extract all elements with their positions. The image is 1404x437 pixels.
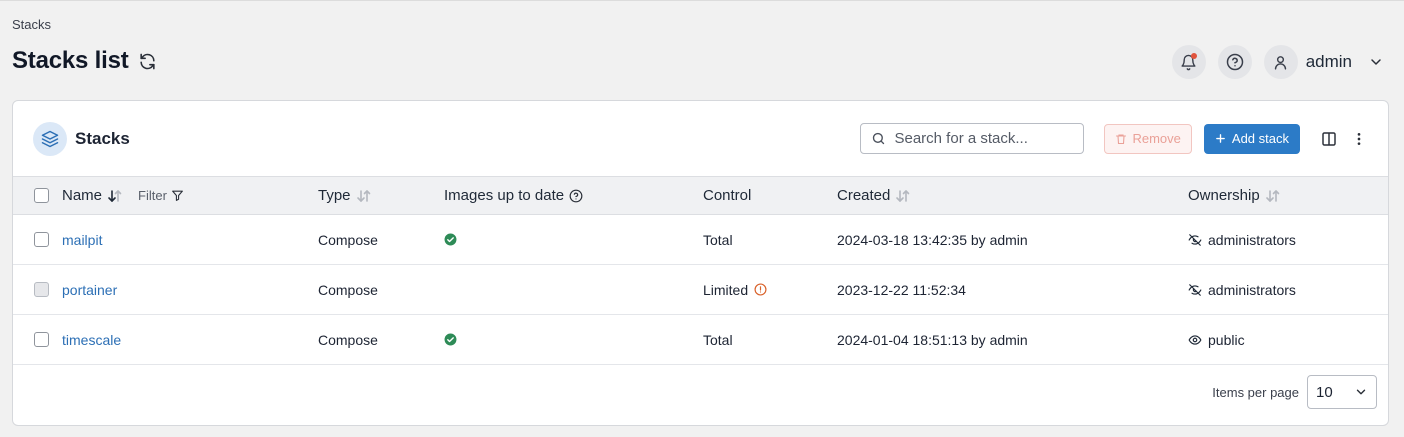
remove-button-label: Remove (1132, 131, 1181, 146)
stack-control: Total (703, 331, 733, 348)
sort-icon[interactable] (895, 189, 911, 203)
stack-ownership-cell: public (1188, 315, 1245, 364)
stack-control: Limited (703, 281, 749, 298)
stack-created: 2023-12-22 11:52:34 (837, 281, 966, 298)
column-control-label: Control (703, 187, 752, 204)
items-per-page-value: 10 (1316, 383, 1333, 401)
user-icon (1272, 54, 1289, 71)
stack-type: Compose (318, 281, 378, 298)
column-images-label: Images up to date (444, 187, 565, 204)
stack-icon (33, 121, 67, 156)
sort-icon[interactable] (1265, 189, 1281, 203)
chevron-down-icon (1354, 385, 1368, 399)
card-title: Stacks (75, 128, 130, 148)
stack-name-link[interactable]: mailpit (62, 232, 102, 248)
stack-type: Compose (318, 231, 378, 248)
filter-icon (171, 189, 184, 202)
table-header: Name Filter Type Images up to date Contr… (13, 176, 1388, 215)
column-type[interactable]: Type (318, 177, 372, 214)
row-checkbox[interactable] (34, 332, 49, 347)
column-type-label: Type (318, 187, 351, 204)
header-actions: admin (1171, 45, 1384, 79)
chevron-down-icon (1368, 54, 1384, 70)
items-per-page-label: Items per page (1212, 384, 1299, 400)
page-header: Stacks list (12, 47, 159, 75)
stack-name-cell: timescale (62, 315, 121, 364)
select-all-cell (34, 177, 49, 214)
refresh-icon[interactable] (137, 50, 159, 72)
card-header: Stacks Remove Add stack (13, 101, 1388, 176)
notification-dot (1190, 53, 1197, 59)
search-icon (871, 131, 886, 146)
help-button[interactable] (1217, 45, 1252, 79)
filter-label: Filter (138, 188, 167, 203)
table-footer: Items per page 10 (1212, 375, 1377, 409)
stack-name-cell: portainer (62, 265, 117, 314)
row-checkbox (34, 282, 49, 297)
row-select-cell (34, 215, 49, 264)
user-name: admin (1305, 52, 1352, 71)
column-images: Images up to date (444, 177, 583, 214)
table-row: portainer Compose Limited 2023-12-22 11:… (13, 265, 1388, 315)
trash-icon (1115, 133, 1127, 145)
stack-name-link[interactable]: timescale (62, 332, 121, 348)
column-control: Control (703, 177, 751, 214)
stack-created: 2024-01-04 18:51:13 by admin (837, 331, 1028, 348)
column-ownership-label: Ownership (1188, 187, 1260, 204)
notifications-button[interactable] (1171, 45, 1206, 79)
add-stack-button[interactable]: Add stack (1203, 123, 1300, 154)
plus-icon (1215, 133, 1226, 144)
column-created[interactable]: Created (837, 177, 911, 214)
search-input[interactable] (894, 130, 1065, 147)
row-checkbox[interactable] (34, 232, 49, 247)
add-stack-label: Add stack (1231, 131, 1289, 146)
alert-circle-icon[interactable] (754, 283, 767, 296)
stack-control-cell: Limited (703, 265, 767, 314)
stack-ownership-cell: administrators (1188, 265, 1296, 314)
stack-ownership: administrators (1208, 281, 1296, 298)
columns-icon[interactable] (1320, 128, 1338, 150)
images-status-cell (444, 215, 457, 264)
stack-created: 2024-03-18 13:42:35 by admin (837, 231, 1028, 248)
column-name-label: Name (62, 187, 103, 204)
column-created-label: Created (837, 187, 891, 204)
filter-button[interactable]: Filter (138, 188, 184, 203)
table-row: timescale Compose Total 2024-01-04 18:51… (13, 315, 1388, 365)
stack-name-cell: mailpit (62, 215, 102, 264)
user-menu[interactable]: admin (1263, 45, 1384, 79)
more-vertical-icon[interactable] (1350, 128, 1368, 150)
eye-off-icon (1188, 283, 1202, 297)
stack-name-link[interactable]: portainer (62, 282, 117, 298)
row-select-cell (34, 265, 49, 314)
eye-icon (1188, 333, 1202, 347)
stacks-card: Stacks Remove Add stack (12, 100, 1389, 426)
eye-off-icon (1188, 233, 1202, 247)
sort-icon[interactable] (356, 189, 372, 203)
help-icon (1226, 53, 1244, 71)
page-title: Stacks list (12, 47, 129, 74)
avatar (1263, 45, 1298, 79)
column-name[interactable]: Name Filter (62, 177, 184, 214)
select-all-checkbox[interactable] (34, 188, 49, 203)
sort-desc-icon[interactable] (107, 189, 123, 203)
images-status-cell (444, 315, 457, 364)
stacks-table: Name Filter Type Images up to date Contr… (13, 176, 1388, 365)
stack-ownership: public (1208, 331, 1245, 348)
table-toolbar: Remove Add stack (860, 123, 1368, 154)
row-select-cell (34, 315, 49, 364)
stack-ownership: administrators (1208, 231, 1296, 248)
remove-button[interactable]: Remove (1104, 123, 1192, 154)
stack-ownership-cell: administrators (1188, 215, 1296, 264)
search-box (860, 123, 1085, 154)
table-row: mailpit Compose Total 2024-03-18 13:42:3… (13, 215, 1388, 265)
stack-type: Compose (318, 331, 378, 348)
stack-control: Total (703, 231, 733, 248)
check-circle-icon (444, 333, 457, 346)
column-ownership[interactable]: Ownership (1188, 177, 1281, 214)
check-circle-icon (444, 233, 457, 246)
help-icon[interactable] (569, 189, 583, 203)
breadcrumb: Stacks (12, 17, 52, 32)
items-per-page-select[interactable]: 10 (1307, 375, 1377, 409)
